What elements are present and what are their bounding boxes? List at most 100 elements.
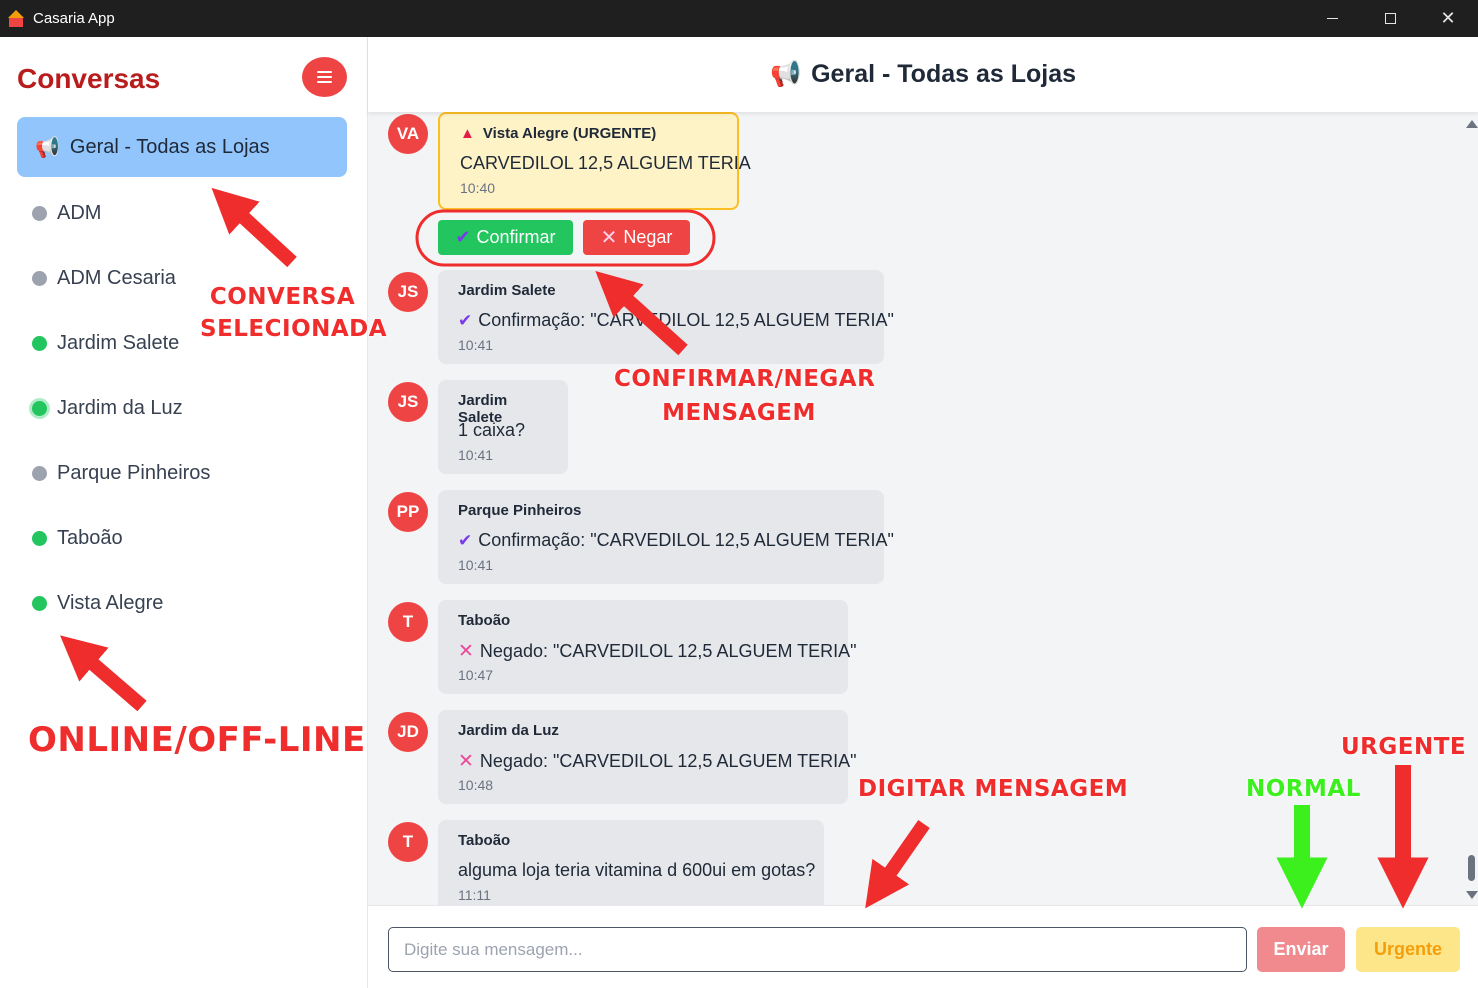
conversation-sidebar: Conversas 📢 Geral - Todas as Lojas ADM A… bbox=[0, 37, 368, 988]
sidebar-title: Conversas bbox=[17, 63, 161, 94]
annotation-confirm-deny: CONFIRMAR/NEGAR MENSAGEM bbox=[614, 362, 876, 430]
avatar: JS bbox=[388, 272, 428, 312]
message-text-row: ✔ Confirmação: "CARVEDILOL 12,5 ALGUEM TE… bbox=[458, 310, 894, 332]
annotation-line: MENSAGEM bbox=[662, 400, 816, 426]
avatar: T bbox=[388, 822, 428, 862]
message-sender: Jardim Salete bbox=[458, 282, 556, 299]
confirm-label: Confirmar bbox=[476, 227, 556, 247]
message-time: 10:47 bbox=[458, 667, 494, 683]
annotation-normal: NORMAL bbox=[1246, 776, 1361, 802]
offline-status-dot bbox=[32, 465, 47, 481]
message-input[interactable] bbox=[388, 927, 1247, 972]
cross-icon: ✕ bbox=[600, 227, 618, 249]
menu-button[interactable] bbox=[302, 57, 347, 97]
scroll-up-icon[interactable] bbox=[1466, 120, 1478, 128]
message-text: Confirmação: "CARVEDILOL 12,5 ALGUEM TER… bbox=[478, 530, 894, 550]
chat-header: 📢 Geral - Todas as Lojas bbox=[368, 37, 1478, 112]
message-bubble: Jardim Salete ✔ Confirmação: "CARVEDILOL … bbox=[438, 270, 894, 364]
message-time: 10:41 bbox=[458, 447, 494, 463]
check-icon: ✔ bbox=[458, 531, 473, 550]
minimize-icon bbox=[1326, 18, 1338, 19]
message-sender: Taboão bbox=[458, 832, 511, 849]
maximize-button[interactable] bbox=[1361, 0, 1419, 37]
megaphone-icon: 📢 bbox=[769, 60, 802, 88]
conversation-item-jardim-salete[interactable]: Jardim Salete bbox=[32, 328, 179, 358]
conversation-item-taboao[interactable]: Taboão bbox=[32, 523, 123, 553]
conversation-item-jardim-da-luz[interactable]: Jardim da Luz bbox=[32, 393, 183, 423]
window-title: Casaria App bbox=[33, 10, 115, 27]
app-logo-icon bbox=[6, 9, 26, 28]
online-status-dot bbox=[32, 335, 47, 351]
send-button[interactable]: Enviar bbox=[1257, 927, 1345, 972]
minimize-button[interactable] bbox=[1303, 0, 1361, 37]
conversation-label: Vista Alegre bbox=[57, 591, 164, 614]
conversation-item-adm[interactable]: ADM bbox=[32, 198, 101, 228]
message-bubble: Jardim da Luz ✕ Negado: "CARVEDILOL 12,5 … bbox=[438, 710, 857, 804]
annotation-selected-conversation: CONVERSA SELECIONADA bbox=[200, 281, 388, 345]
offline-status-dot bbox=[32, 270, 47, 286]
annotation-line: CONVERSA bbox=[209, 284, 356, 310]
conversation-item-adm-cesaria[interactable]: ADM Cesaria bbox=[32, 263, 176, 293]
message-bubble: Taboão ✕ Negado: "CARVEDILOL 12,5 ALGUEM … bbox=[438, 600, 857, 694]
message-sender: Taboão bbox=[458, 612, 511, 629]
cross-icon: ✕ bbox=[458, 751, 474, 772]
avatar: T bbox=[388, 602, 428, 642]
conversation-label: Taboão bbox=[57, 526, 123, 549]
online-status-dot bbox=[32, 530, 47, 546]
close-icon: ✕ bbox=[1440, 8, 1456, 28]
check-icon: ✔ bbox=[455, 227, 471, 247]
title-bar: Casaria App ✕ bbox=[0, 0, 1478, 37]
message-text: alguma loja teria vitamina d 600ui em go… bbox=[458, 860, 816, 880]
siren-icon: ▲ bbox=[460, 125, 475, 142]
annotation-online-offline: ONLINE/OFF-LINE bbox=[28, 720, 366, 760]
message-text: Negado: "CARVEDILOL 12,5 ALGUEM TERIA" bbox=[479, 641, 857, 661]
avatar: JD bbox=[388, 712, 428, 752]
message-time: 10:40 bbox=[460, 180, 496, 196]
message-text: Negado: "CARVEDILOL 12,5 ALGUEM TERIA" bbox=[479, 751, 857, 771]
composer: Enviar Urgente bbox=[368, 905, 1478, 988]
message-text: CARVEDILOL 12,5 ALGUEM TERIA bbox=[460, 153, 751, 173]
scrollbar[interactable] bbox=[1465, 112, 1478, 905]
message-text: 1 caixa? bbox=[458, 420, 526, 440]
message-text-row: ✕ Negado: "CARVEDILOL 12,5 ALGUEM TERIA" bbox=[458, 640, 857, 662]
hamburger-icon-line bbox=[317, 81, 332, 83]
conversation-label: Jardim Salete bbox=[57, 331, 180, 354]
annotation-line: SELECIONADA bbox=[200, 316, 388, 342]
maximize-icon bbox=[1384, 13, 1396, 24]
offline-status-dot bbox=[32, 205, 47, 221]
conversation-label: ADM Cesaria bbox=[57, 266, 176, 289]
message-sender: Jardim Salete bbox=[458, 392, 508, 426]
scroll-thumb[interactable] bbox=[1468, 855, 1475, 881]
conversation-label: ADM bbox=[57, 201, 102, 224]
urgent-button[interactable]: Urgente bbox=[1356, 927, 1460, 972]
message-bubble-urgent: ▲ Vista Alegre (URGENTE) CARVEDILOL 12,5 … bbox=[438, 112, 751, 210]
deny-button[interactable]: ✕ Negar bbox=[583, 220, 690, 255]
message-time: 11:11 bbox=[458, 887, 491, 903]
conversation-item-parque-pinheiros[interactable]: Parque Pinheiros bbox=[32, 458, 210, 488]
scroll-down-icon[interactable] bbox=[1466, 891, 1478, 899]
conversation-label: Geral - Todas as Lojas bbox=[69, 135, 270, 158]
message-text: Confirmação: "CARVEDILOL 12,5 ALGUEM TER… bbox=[478, 310, 894, 330]
annotation-line: CONFIRMAR/NEGAR bbox=[614, 366, 876, 392]
message-time: 10:48 bbox=[458, 777, 494, 793]
megaphone-icon: 📢 bbox=[35, 136, 60, 159]
avatar: JS bbox=[388, 382, 428, 422]
check-icon: ✔ bbox=[458, 311, 473, 330]
conversation-item-geral[interactable]: 📢 Geral - Todas as Lojas bbox=[17, 117, 347, 177]
annotation-type-message: DIGITAR MENSAGEM bbox=[858, 776, 1129, 802]
message-time: 10:41 bbox=[458, 337, 494, 353]
message-sender: Jardim da Luz bbox=[458, 722, 559, 739]
hamburger-icon bbox=[317, 71, 332, 73]
close-button[interactable]: ✕ bbox=[1419, 0, 1477, 37]
avatar: PP bbox=[388, 492, 428, 532]
conversation-item-vista-alegre[interactable]: Vista Alegre bbox=[32, 588, 163, 618]
conversation-label: Jardim da Luz bbox=[57, 396, 183, 419]
confirm-button[interactable]: ✔ Confirmar bbox=[438, 220, 573, 255]
message-sender: ▲ Vista Alegre (URGENTE) bbox=[460, 125, 717, 145]
message-sender: Parque Pinheiros bbox=[458, 502, 582, 519]
message-time: 10:41 bbox=[458, 557, 494, 573]
conversation-label: Parque Pinheiros bbox=[57, 461, 211, 484]
message-bubble: Taboão alguma loja teria vitamina d 600u… bbox=[438, 820, 824, 905]
sender-name: Vista Alegre (URGENTE) bbox=[482, 125, 657, 142]
online-status-dot bbox=[32, 595, 47, 611]
